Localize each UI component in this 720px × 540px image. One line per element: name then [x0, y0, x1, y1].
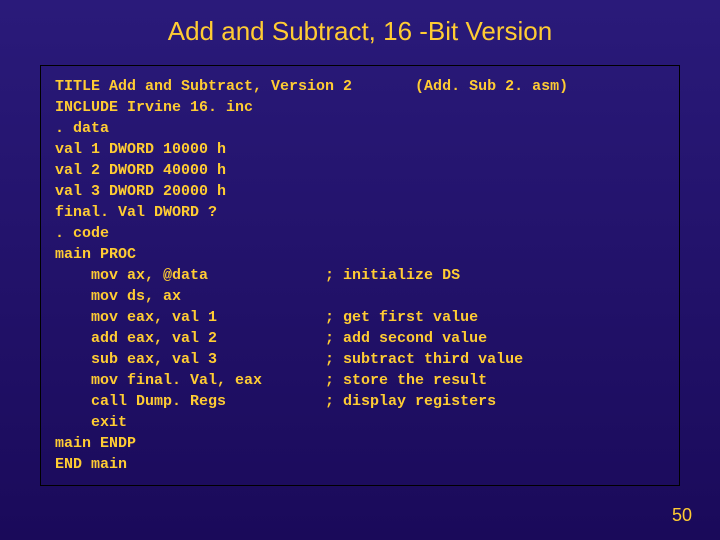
code-line: mov ax, @data ; initialize DS: [55, 267, 460, 284]
code-block: TITLE Add and Subtract, Version 2 (Add. …: [40, 65, 680, 486]
code-line: sub eax, val 3 ; subtract third value: [55, 351, 523, 368]
code-line: val 2 DWORD 40000 h: [55, 162, 226, 179]
code-line: main ENDP: [55, 435, 136, 452]
code-line: exit: [55, 414, 127, 431]
code-line: val 3 DWORD 20000 h: [55, 183, 226, 200]
code-line: INCLUDE Irvine 16. inc: [55, 99, 253, 116]
code-line: final. Val DWORD ?: [55, 204, 217, 221]
slide-title: Add and Subtract, 16 -Bit Version: [0, 0, 720, 65]
code-line: . code: [55, 225, 109, 242]
code-line: mov ds, ax: [55, 288, 181, 305]
code-line: END main: [55, 456, 127, 473]
code-line: TITLE Add and Subtract, Version 2 (Add. …: [55, 78, 568, 95]
code-line: main PROC: [55, 246, 136, 263]
code-line: add eax, val 2 ; add second value: [55, 330, 487, 347]
code-line: mov eax, val 1 ; get first value: [55, 309, 478, 326]
code-line: call Dump. Regs ; display registers: [55, 393, 496, 410]
code-line: mov final. Val, eax ; store the result: [55, 372, 487, 389]
page-number: 50: [672, 505, 692, 526]
code-line: val 1 DWORD 10000 h: [55, 141, 226, 158]
code-line: . data: [55, 120, 109, 137]
